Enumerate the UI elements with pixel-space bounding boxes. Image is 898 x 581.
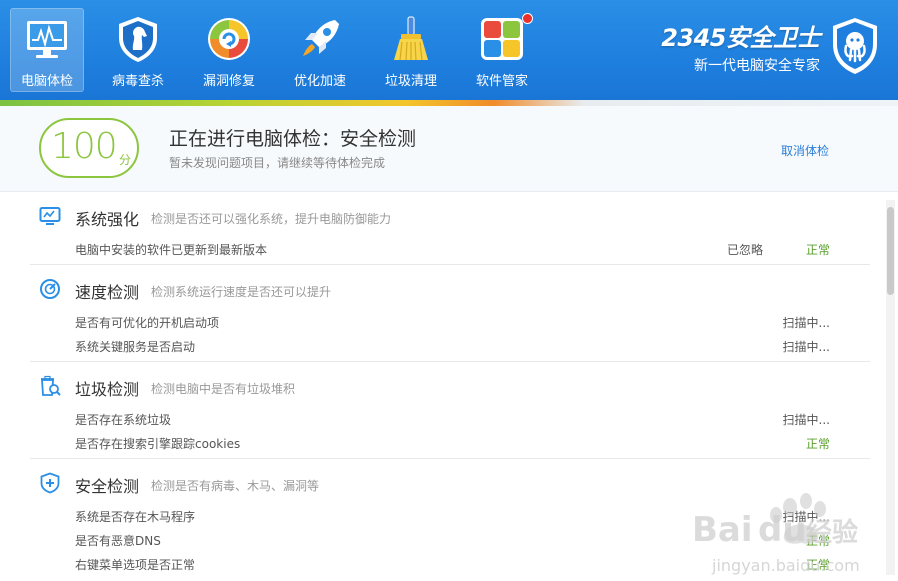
section-title: 系统强化 bbox=[75, 210, 140, 229]
brand-name: 2345安全卫士 bbox=[661, 23, 820, 52]
nav-item-junk-clean[interactable]: 垃圾清理 bbox=[374, 8, 448, 92]
horse-shield-icon bbox=[119, 17, 157, 62]
nav-item-pc-checkup[interactable]: 电脑体检 bbox=[10, 8, 84, 92]
check-row: 系统关键服务是否启动 扫描中... bbox=[30, 333, 870, 357]
nav-label: 病毒查杀 bbox=[111, 74, 164, 89]
check-row: 是否有可优化的开机启动项 扫描中... bbox=[30, 309, 870, 333]
check-label: 是否有可优化的开机启动项 bbox=[75, 316, 220, 330]
section-title: 速度检测 bbox=[75, 283, 140, 302]
shield-logo-icon bbox=[833, 18, 877, 74]
nav-item-virus-scan[interactable]: 病毒查杀 bbox=[101, 8, 175, 92]
check-status: 正常 bbox=[805, 437, 830, 451]
nav-item-software-manager[interactable]: 软件管家 bbox=[465, 8, 539, 92]
check-status: 扫描中... bbox=[782, 340, 830, 354]
section-desc: 检测电脑中是否有垃圾堆积 bbox=[151, 382, 296, 396]
brand: 2345安全卫士 新一代电脑安全专家 bbox=[661, 16, 880, 76]
broom-icon bbox=[394, 16, 428, 61]
check-row: 是否有恶意DNS 正常 bbox=[30, 527, 870, 551]
check-label: 是否存在搜索引擎跟踪cookies bbox=[75, 437, 241, 451]
check-row: 系统是否存在木马程序 扫描中... bbox=[30, 503, 870, 527]
check-status: 扫描中... bbox=[782, 413, 830, 427]
top-toolbar: 电脑体检 病毒查杀 漏洞修复 优化加速 垃圾清理 软件管家 2345安全卫士 新… bbox=[0, 0, 898, 100]
check-status: 扫描中... bbox=[782, 316, 830, 330]
monitor-chart-icon bbox=[27, 21, 67, 58]
brand-slogan: 新一代电脑安全专家 bbox=[694, 57, 820, 74]
score-badge: 100 分 bbox=[39, 118, 139, 178]
check-status: 正常 bbox=[805, 243, 830, 257]
notification-dot bbox=[522, 13, 533, 24]
check-label: 右键菜单选项是否正常 bbox=[75, 558, 196, 572]
section-junk-check: 垃圾检测 检测电脑中是否有垃圾堆积 是否存在系统垃圾 扫描中... 是否存在搜索… bbox=[30, 362, 870, 459]
status-title: 正在进行电脑体检：安全检测 bbox=[169, 128, 417, 150]
check-row: 右键菜单选项是否正常 正常 bbox=[30, 551, 870, 575]
speedometer-icon bbox=[40, 279, 60, 299]
rocket-icon bbox=[303, 20, 339, 56]
nav-label: 电脑体检 bbox=[20, 74, 73, 89]
nav-item-vulnerability-fix[interactable]: 漏洞修复 bbox=[192, 8, 266, 92]
score-value: 100 bbox=[51, 126, 118, 167]
nav-item-optimize[interactable]: 优化加速 bbox=[283, 8, 357, 92]
section-security-check: 安全检测 检测是否有病毒、木马、漏洞等 系统是否存在木马程序 扫描中... 是否… bbox=[30, 459, 870, 579]
check-status: 正常 bbox=[805, 558, 830, 572]
nav-label: 垃圾清理 bbox=[384, 74, 437, 89]
check-label: 是否存在系统垃圾 bbox=[75, 413, 172, 427]
shield-plus-icon bbox=[40, 472, 60, 494]
check-list: 系统强化 检测是否还可以强化系统，提升电脑防御能力 电脑中安装的软件已更新到最新… bbox=[30, 192, 870, 581]
section-speed-check: 速度检测 检测系统运行速度是否还可以提升 是否有可优化的开机启动项 扫描中...… bbox=[30, 265, 870, 362]
section-desc: 检测是否有病毒、木马、漏洞等 bbox=[151, 479, 320, 493]
color-disc-icon bbox=[208, 18, 250, 60]
check-label: 系统是否存在木马程序 bbox=[75, 510, 196, 524]
status-subtitle: 暂未发现问题项目，请继续等待体检完成 bbox=[169, 156, 386, 170]
check-label: 是否有恶意DNS bbox=[75, 534, 161, 548]
check-status: 正常 bbox=[805, 534, 830, 548]
check-row: 是否存在系统垃圾 扫描中... bbox=[30, 406, 870, 430]
section-desc: 检测系统运行速度是否还可以提升 bbox=[151, 285, 332, 299]
check-status: 扫描中... bbox=[782, 510, 830, 524]
section-system-hardening: 系统强化 检测是否还可以强化系统，提升电脑防御能力 电脑中安装的软件已更新到最新… bbox=[30, 192, 870, 265]
checkup-status-panel: 100 分 正在进行电脑体检：安全检测 暂未发现问题项目，请继续等待体检完成 取… bbox=[0, 106, 898, 192]
software-grid-icon bbox=[481, 18, 523, 60]
section-title: 垃圾检测 bbox=[75, 380, 140, 399]
main-nav: 电脑体检 病毒查杀 漏洞修复 优化加速 垃圾清理 软件管家 bbox=[10, 8, 556, 92]
check-row: 是否存在搜索引擎跟踪cookies 正常 bbox=[30, 430, 870, 454]
check-row: 电脑中安装的软件已更新到最新版本 已忽略 正常 bbox=[30, 236, 870, 260]
check-label: 电脑中安装的软件已更新到最新版本 bbox=[75, 243, 268, 257]
nav-label: 漏洞修复 bbox=[202, 74, 255, 89]
cancel-checkup-link[interactable]: 取消体检 bbox=[781, 142, 829, 159]
score-unit: 分 bbox=[119, 153, 132, 167]
trash-search-icon bbox=[41, 375, 61, 396]
nav-label: 优化加速 bbox=[293, 74, 346, 89]
section-title: 安全检测 bbox=[75, 477, 140, 496]
nav-label: 软件管家 bbox=[475, 74, 528, 89]
ignored-label[interactable]: 已忽略 bbox=[727, 241, 763, 258]
check-label: 系统关键服务是否启动 bbox=[75, 340, 196, 354]
scrollbar-thumb[interactable] bbox=[887, 207, 894, 295]
section-desc: 检测是否还可以强化系统，提升电脑防御能力 bbox=[151, 212, 392, 226]
monitor-icon bbox=[39, 207, 61, 225]
